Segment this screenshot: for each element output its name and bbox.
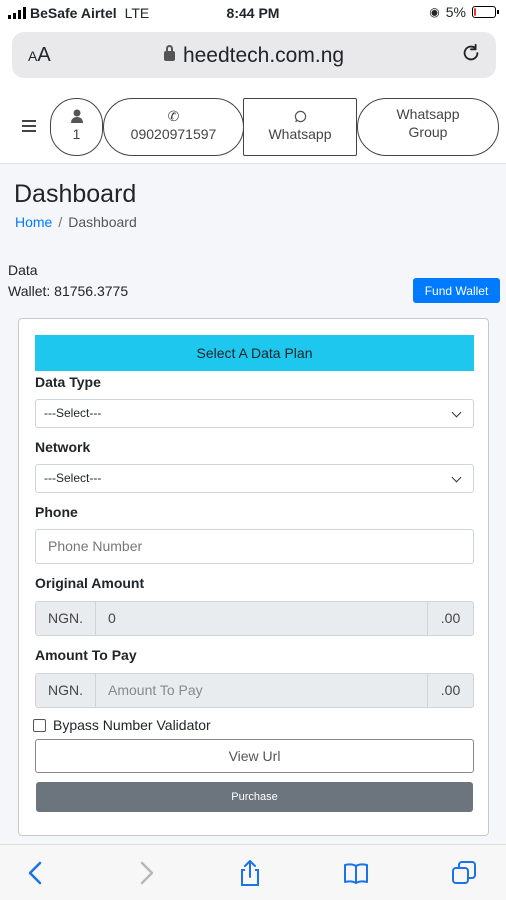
user-icon bbox=[70, 109, 83, 123]
network-select[interactable]: ---Select--- bbox=[35, 464, 474, 493]
original-suffix: .00 bbox=[427, 602, 473, 635]
chevron-down-icon bbox=[451, 407, 462, 418]
card-header: Select A Data Plan bbox=[35, 335, 474, 371]
group-label-2: Group bbox=[408, 124, 448, 140]
breadcrumb: Home / Dashboard bbox=[15, 214, 137, 230]
status-right: ◉ 5% bbox=[429, 4, 499, 20]
amount-to-pay-group: NGN. Amount To Pay .00 bbox=[35, 673, 474, 708]
data-type-label: Data Type bbox=[35, 374, 101, 390]
whatsapp-button[interactable]: Whatsapp bbox=[243, 98, 357, 156]
orientation-lock-icon: ◉ bbox=[429, 5, 440, 19]
network-label: Network bbox=[35, 439, 91, 455]
browser-chrome: AA heedtech.com.ng bbox=[0, 28, 506, 92]
breadcrumb-separator: / bbox=[58, 214, 63, 230]
phone-icon: ✆ bbox=[167, 108, 180, 124]
whatsapp-group-pill[interactable]: Whatsapp Group bbox=[357, 98, 499, 156]
reload-icon[interactable] bbox=[460, 42, 482, 64]
original-prefix: NGN. bbox=[36, 602, 96, 635]
bypass-label: Bypass Number Validator bbox=[53, 717, 211, 733]
whatsapp-label: Whatsapp bbox=[268, 126, 332, 142]
site-topnav: 1 ✆ 09020971597 Whatsapp Whatsapp Group bbox=[0, 92, 506, 164]
battery-icon bbox=[472, 6, 499, 18]
page-title: Dashboard bbox=[14, 180, 137, 208]
whatsapp-icon bbox=[294, 110, 306, 123]
purchase-button[interactable]: Purchase bbox=[36, 782, 473, 812]
wallet-balance: Wallet: 81756.3775 bbox=[8, 283, 129, 299]
amount-to-pay-field: Amount To Pay bbox=[108, 682, 203, 698]
browser-toolbar bbox=[0, 844, 506, 900]
amount-to-pay-label: Amount To Pay bbox=[35, 647, 137, 663]
chevron-down-icon bbox=[451, 472, 462, 483]
phone-input[interactable]: Phone Number bbox=[35, 529, 474, 564]
wallet-line-data: Data bbox=[8, 262, 38, 278]
breadcrumb-current: Dashboard bbox=[68, 214, 137, 230]
share-icon[interactable] bbox=[236, 859, 264, 887]
lock-icon bbox=[163, 45, 175, 61]
user-pill[interactable]: 1 bbox=[50, 98, 103, 156]
breadcrumb-home[interactable]: Home bbox=[15, 214, 52, 230]
bypass-row: Bypass Number Validator bbox=[33, 717, 211, 733]
url-field[interactable]: heedtech.com.ng bbox=[12, 44, 496, 68]
original-amount-field: 0 bbox=[108, 610, 116, 626]
back-icon[interactable] bbox=[22, 859, 50, 887]
data-type-select[interactable]: ---Select--- bbox=[35, 399, 474, 428]
network-value: ---Select--- bbox=[44, 471, 102, 485]
pay-prefix: NGN. bbox=[36, 674, 96, 707]
battery-percent: 5% bbox=[445, 4, 466, 20]
domain-text: heedtech.com.ng bbox=[182, 44, 345, 67]
user-count: 1 bbox=[72, 126, 81, 142]
status-bar: BeSafe Airtel LTE 8:44 PM ◉ 5% bbox=[0, 0, 506, 28]
phone-pill[interactable]: ✆ 09020971597 bbox=[103, 98, 244, 156]
menu-icon[interactable] bbox=[22, 120, 36, 135]
data-type-value: ---Select--- bbox=[44, 406, 102, 420]
bypass-checkbox[interactable] bbox=[33, 718, 46, 732]
phone-number: 09020971597 bbox=[130, 126, 217, 142]
forward-icon[interactable] bbox=[132, 859, 160, 887]
tabs-icon[interactable] bbox=[450, 859, 478, 887]
main-content: Dashboard Home / Dashboard Data Wallet: 81… bbox=[0, 164, 506, 844]
fund-wallet-button[interactable]: Fund Wallet bbox=[413, 278, 500, 303]
wallet-info: Data Wallet: 81756.3775 bbox=[8, 260, 128, 302]
pay-suffix: .00 bbox=[427, 674, 473, 707]
phone-label: Phone bbox=[35, 504, 78, 520]
bookmarks-icon[interactable] bbox=[342, 859, 370, 887]
address-bar[interactable]: AA heedtech.com.ng bbox=[12, 32, 496, 78]
group-label-1: Whatsapp bbox=[396, 106, 460, 122]
view-url-button[interactable]: View Url bbox=[35, 739, 474, 773]
original-amount-label: Original Amount bbox=[35, 575, 145, 591]
data-plan-card: Select A Data Plan Data Type ---Select--… bbox=[18, 318, 489, 836]
original-amount-group: NGN. 0 .00 bbox=[35, 601, 474, 636]
